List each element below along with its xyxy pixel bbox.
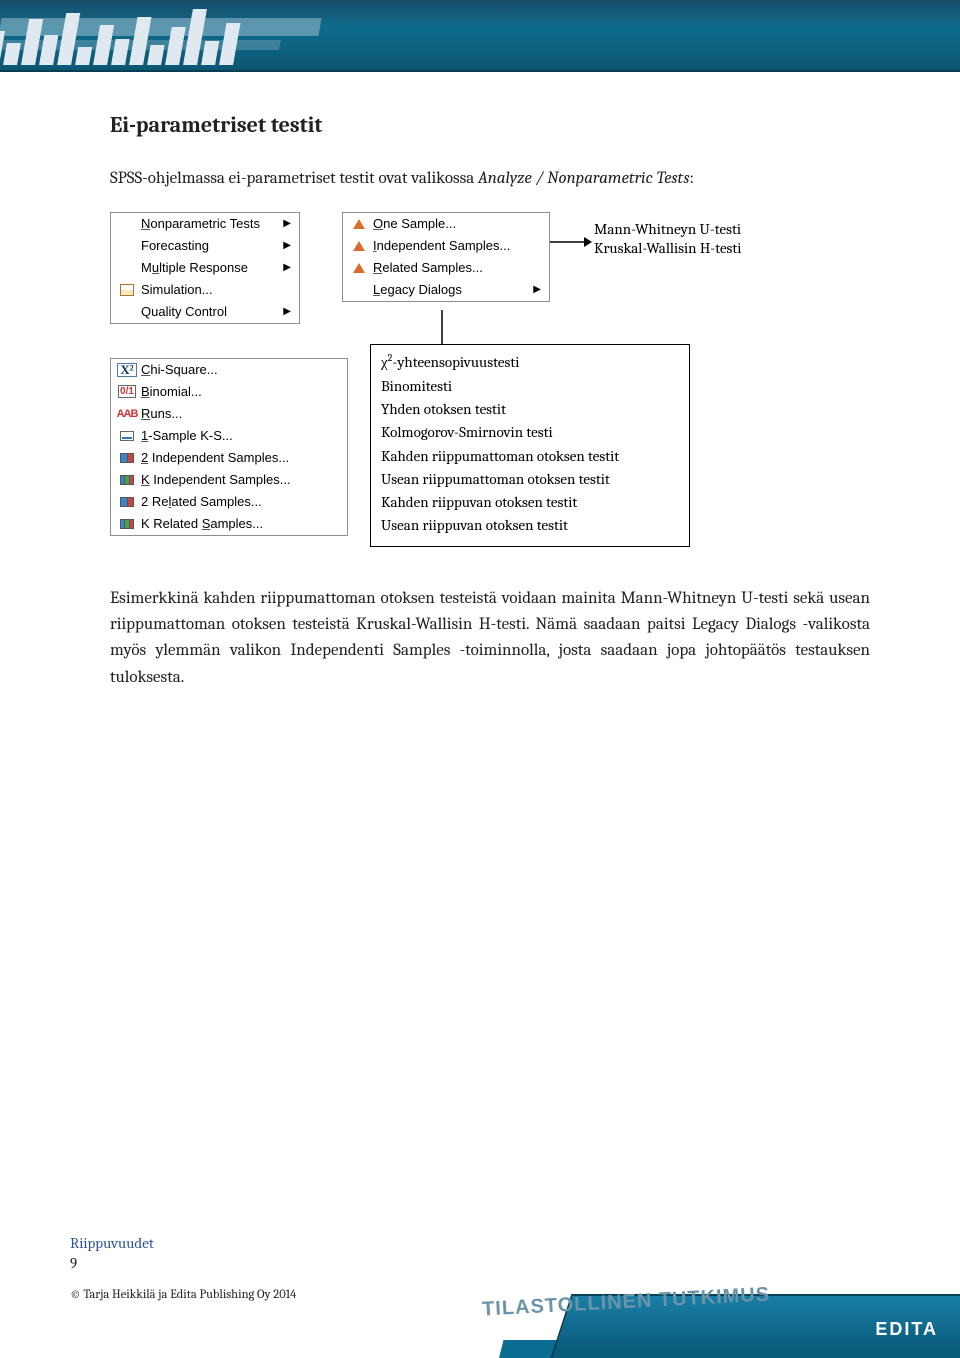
desc-line: χ2-yhteensopivuustesti <box>381 351 679 375</box>
footer-section-link: Riippuvuudet <box>70 1234 296 1252</box>
menu-label: Quality Control <box>141 304 227 319</box>
intro-suffix: : <box>690 169 695 188</box>
chi-suffix: -yhteensopivuustesti <box>392 353 519 371</box>
table-icon <box>117 284 137 296</box>
description-box: χ2-yhteensopivuustesti Binomitesti Yhden… <box>370 344 690 547</box>
menu-label: K Related Samples... <box>141 516 263 531</box>
chi-symbol: χ <box>381 355 388 371</box>
desc-line: Binomitesti <box>381 375 679 398</box>
two-related-icon <box>117 497 137 507</box>
menu-item-forecasting[interactable]: Forecasting ▶ <box>111 235 299 257</box>
annotation-line: Kruskal-Wallisin H-testi <box>594 239 741 259</box>
annotation-label: Mann-Whitneyn U-testi Kruskal-Wallisin H… <box>594 220 741 259</box>
menu-label: One Sample... <box>373 216 456 231</box>
intro-prefix: SPSS-ohjelmassa ei-parametriset testit o… <box>110 169 478 188</box>
section-title: Ei-parametriset testit <box>110 112 870 138</box>
menu-label: Simulation... <box>141 282 213 297</box>
menu-composite: Nonparametric Tests ▶ Forecasting ▶ Mult… <box>110 206 850 566</box>
arrow-right-icon <box>550 236 592 248</box>
menu-label: 2 Related Samples... <box>141 494 262 509</box>
binomial-icon: 0/1 <box>117 385 137 398</box>
menu-item-k-independent[interactable]: K Independent Samples... <box>111 469 347 491</box>
intro-paragraph: SPSS-ohjelmassa ei-parametriset testit o… <box>110 166 870 192</box>
menu-item-independent-samples[interactable]: Independent Samples... <box>343 235 549 257</box>
menu-label: Chi-Square... <box>141 362 218 377</box>
footer-strip: TILASTOLLINEN TUTKIMUS EDITA <box>0 1286 960 1358</box>
runs-icon: AAB <box>117 408 137 420</box>
k-samples-icon <box>117 475 137 485</box>
annotation-line: Mann-Whitneyn U-testi <box>594 220 741 240</box>
menu-item-quality-control[interactable]: Quality Control ▶ <box>111 301 299 323</box>
menu-item-1sample-ks[interactable]: 1-Sample K-S... <box>111 425 347 447</box>
spss-parent-menu: Nonparametric Tests ▶ Forecasting ▶ Mult… <box>110 212 300 324</box>
menu-item-multiple-response[interactable]: Multiple Response ▶ <box>111 257 299 279</box>
body-paragraph: Esimerkkinä kahden riippumattoman otokse… <box>110 586 870 691</box>
top-banner <box>0 0 960 72</box>
menu-item-legacy-dialogs[interactable]: Legacy Dialogs ▶ <box>343 279 549 301</box>
submenu-arrow-icon: ▶ <box>283 218 291 229</box>
spss-legacy-dialogs-menu: X² Chi-Square... 0/1 Binomial... AAB Run… <box>110 358 348 536</box>
page-number: 9 <box>70 1254 296 1272</box>
menu-label: Related Samples... <box>373 260 483 275</box>
menu-item-k-related[interactable]: K Related Samples... <box>111 513 347 535</box>
desc-line: Usean riippumattoman otoksen testit <box>381 468 679 491</box>
desc-line: Kolmogorov-Smirnovin testi <box>381 421 679 444</box>
menu-label: 1-Sample K-S... <box>141 428 233 443</box>
desc-line: Usean riippuvan otoksen testit <box>381 514 679 537</box>
triangle-icon <box>349 241 369 251</box>
spss-nonparametric-submenu: One Sample... Independent Samples... Rel… <box>342 212 550 302</box>
intro-menupath: Analyze / Nonparametric Tests <box>478 169 689 188</box>
menu-label: Multiple Response <box>141 260 248 275</box>
menu-item-nonparametric[interactable]: Nonparametric Tests ▶ <box>111 213 299 235</box>
menu-item-2-related[interactable]: 2 Related Samples... <box>111 491 347 513</box>
ks-icon <box>117 431 137 441</box>
chi-square-icon: X² <box>117 363 137 377</box>
menu-item-related-samples[interactable]: Related Samples... <box>343 257 549 279</box>
triangle-icon <box>349 263 369 273</box>
desc-line: Kahden riippumattoman otoksen testit <box>381 445 679 468</box>
menu-label: K Independent Samples... <box>141 472 291 487</box>
menu-label: Legacy Dialogs <box>373 282 462 297</box>
menu-item-binomial[interactable]: 0/1 Binomial... <box>111 381 347 403</box>
submenu-arrow-icon: ▶ <box>283 240 291 251</box>
menu-item-runs[interactable]: AAB Runs... <box>111 403 347 425</box>
submenu-arrow-icon: ▶ <box>533 284 541 295</box>
submenu-arrow-icon: ▶ <box>283 306 291 317</box>
menu-label: Forecasting <box>141 238 209 253</box>
menu-item-one-sample[interactable]: One Sample... <box>343 213 549 235</box>
two-samples-icon <box>117 453 137 463</box>
menu-label: Independent Samples... <box>373 238 510 253</box>
banner-bars <box>0 9 243 65</box>
desc-line: Kahden riippuvan otoksen testit <box>381 491 679 514</box>
triangle-icon <box>349 219 369 229</box>
menu-label: Binomial... <box>141 384 202 399</box>
menu-item-2-independent[interactable]: 2 Independent Samples... <box>111 447 347 469</box>
menu-label: 2 Independent Samples... <box>141 450 289 465</box>
menu-item-chi-square[interactable]: X² Chi-Square... <box>111 359 347 381</box>
desc-line: Yhden otoksen testit <box>381 398 679 421</box>
menu-item-simulation[interactable]: Simulation... <box>111 279 299 301</box>
menu-label: Nonparametric Tests <box>141 216 260 231</box>
menu-label: Runs... <box>141 406 182 421</box>
page-footer: Riippuvuudet 9 © Tarja Heikkilä ja Edita… <box>0 1208 960 1358</box>
submenu-arrow-icon: ▶ <box>283 262 291 273</box>
edita-logo: EDITA <box>875 1319 938 1340</box>
k-related-icon <box>117 519 137 529</box>
